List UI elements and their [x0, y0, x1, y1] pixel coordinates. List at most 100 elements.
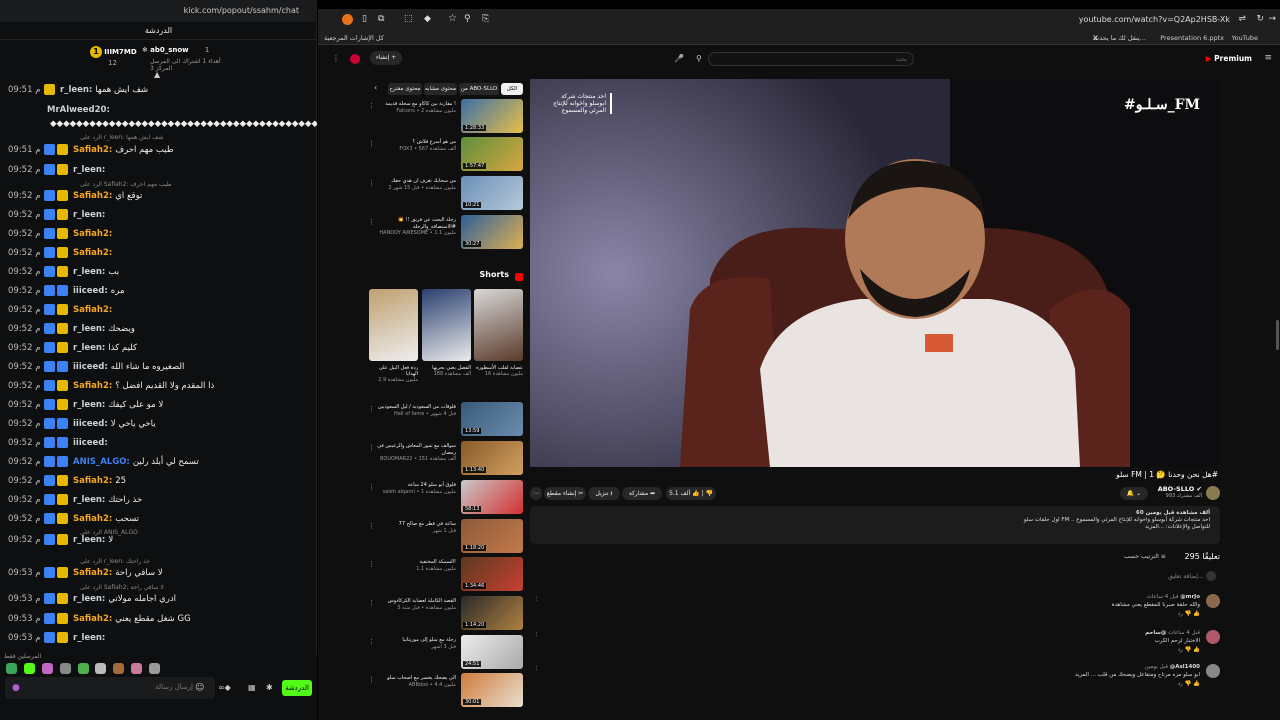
coin-badge-icon[interactable]	[57, 266, 68, 277]
bookmark-x[interactable]: X	[1093, 34, 1098, 42]
mic-icon[interactable]: ●	[12, 683, 20, 693]
search-icon[interactable]: ⚲	[696, 54, 702, 63]
more-icon[interactable]: ⋮	[332, 54, 340, 63]
message-username[interactable]: MrAlweed20:	[47, 105, 110, 115]
reload-icon[interactable]: ↻	[1256, 14, 1264, 24]
gear-icon[interactable]: ✱	[266, 683, 273, 692]
chip-suggested[interactable]: محتوى مقترح	[388, 83, 422, 95]
coin-badge-icon[interactable]	[57, 513, 68, 524]
reply-context[interactable]: الرد على Safiah2: لا سافي راحة	[80, 584, 280, 591]
more-icon[interactable]: ⋮	[534, 666, 540, 672]
video-thumbnail[interactable]: 1:28:33	[461, 99, 523, 133]
message-username[interactable]: r_leen:	[73, 633, 105, 643]
subscriber-badge-icon[interactable]	[44, 323, 55, 334]
subscriber-badge-icon[interactable]	[57, 456, 68, 467]
avatar[interactable]	[1206, 664, 1220, 678]
related-video-item[interactable]: 1:13:40 سوالف مع تمور المعاش والرعيس في ر…	[368, 441, 523, 477]
puzzle-icon[interactable]: ⬚	[404, 14, 413, 24]
chat-send-button[interactable]: الدردشة	[282, 680, 312, 696]
coin-badge-icon[interactable]	[57, 494, 68, 505]
more-icon[interactable]: ⋮	[368, 444, 375, 452]
message-username[interactable]: Safiah2:	[73, 145, 112, 155]
sidebar-icon[interactable]: ▯	[362, 14, 367, 24]
message-username[interactable]: r_leen:	[73, 594, 105, 604]
message-username[interactable]: Safiah2:	[73, 191, 112, 201]
back-icon[interactable]: →	[1268, 14, 1276, 24]
bookmark-news[interactable]: ينقل لك ما يحدث...	[1093, 34, 1146, 42]
tab-strip[interactable]	[318, 0, 1280, 9]
subscriber-badge-icon[interactable]	[44, 593, 55, 604]
emote-icon[interactable]	[41, 663, 53, 674]
message-username[interactable]: Safiah2:	[73, 476, 112, 486]
subscriber-badge-icon[interactable]	[44, 613, 55, 624]
share-button[interactable]: مشاركة ➦	[622, 487, 662, 500]
emote-icon[interactable]	[131, 663, 143, 674]
subscriber-badge-icon[interactable]	[44, 209, 55, 220]
menu-icon[interactable]: ≡	[1264, 53, 1272, 63]
channel-avatar[interactable]	[1206, 486, 1220, 500]
subscriber-badge-icon[interactable]	[44, 228, 55, 239]
short-thumbnail[interactable]	[369, 289, 418, 361]
subscriber-badge-icon[interactable]	[44, 342, 55, 353]
bookmark-youtube[interactable]: YouTube	[1232, 34, 1258, 42]
subscriber-badge-icon[interactable]	[44, 380, 55, 391]
chip-all[interactable]: الكل	[501, 83, 523, 95]
clip-button[interactable]: إنشاء مقطع ✂	[544, 487, 586, 500]
coin-badge-icon[interactable]	[57, 304, 68, 315]
short-thumbnail[interactable]	[422, 289, 471, 361]
subscriber-badge-icon[interactable]	[44, 164, 55, 175]
sort-comments-button[interactable]: الترتيب حسب ≡	[1124, 553, 1166, 560]
message-username[interactable]: r_leen:	[73, 267, 105, 277]
subscriber-badge-icon[interactable]	[44, 285, 55, 296]
chevron-left-icon[interactable]: ‹	[374, 83, 377, 92]
coin-badge-icon[interactable]	[57, 342, 68, 353]
message-username[interactable]: r_leen:	[73, 165, 105, 175]
reply-context[interactable]: الرد على ANIS_ALGO	[80, 529, 280, 536]
related-video-item[interactable]: 1:28:33 مقارنة بين كاكاو مع سحلة قديمة ! F…	[368, 99, 523, 135]
related-video-item[interactable]: 24:51 رحلة مع سلو إلى موريتانيا قبل 3 أشهر…	[368, 635, 523, 671]
subscriber-badge-icon[interactable]	[44, 399, 55, 410]
coin-badge-icon[interactable]	[57, 247, 68, 258]
create-button[interactable]: إنشاء +	[370, 51, 403, 65]
message-username[interactable]: r_leen:	[73, 324, 105, 334]
chat-input[interactable]: إرسال رسالة	[5, 677, 215, 699]
short-thumbnail[interactable]	[474, 289, 523, 361]
message-username[interactable]: ANIS_ALGO:	[73, 457, 130, 467]
all-bookmarks[interactable]: كل الإشارات المرجعية	[324, 34, 384, 42]
subscriber-badge-icon[interactable]	[44, 513, 55, 524]
bookmark-presentation[interactable]: Presentation 6.pptx	[1160, 34, 1224, 42]
more-icon[interactable]: ⋮	[368, 218, 375, 226]
more-icon[interactable]: ⋮	[368, 638, 375, 646]
more-icon[interactable]: ⋮	[368, 140, 375, 148]
avatar[interactable]	[350, 54, 360, 64]
coin-badge-icon[interactable]	[57, 380, 68, 391]
coin-badge-icon[interactable]	[57, 534, 68, 545]
more-icon[interactable]: ⋮	[368, 676, 375, 684]
comment-actions[interactable]: رد 👎 👍	[1178, 681, 1200, 687]
chat-url-bar[interactable]: kick.com/popout/ssahm/chat	[0, 0, 317, 22]
more-icon[interactable]: ⋮	[368, 102, 375, 110]
comment-user[interactable]: @ساحم	[1145, 630, 1166, 636]
diamond-icon[interactable]: ◆	[424, 14, 431, 24]
subscriber-badge-icon[interactable]	[44, 247, 55, 258]
subscriber-badge-icon[interactable]	[57, 285, 68, 296]
subscriber-badge-icon[interactable]	[44, 418, 55, 429]
video-thumbnail[interactable]: 1:18:20	[461, 519, 523, 553]
message-username[interactable]: Safiah2:	[73, 514, 112, 524]
subscriber-badge-icon[interactable]	[44, 475, 55, 486]
more-icon[interactable]: ⋮	[368, 483, 375, 491]
avatar[interactable]	[1206, 594, 1220, 608]
emote-icon[interactable]	[95, 663, 107, 674]
message-username[interactable]: r_leen:	[73, 535, 105, 545]
more-icon[interactable]: ⋮	[368, 599, 375, 607]
address-bar[interactable]: youtube.com/watch?v=Q2Ap2HSB-Xk	[1079, 15, 1230, 24]
video-thumbnail[interactable]: 30:01	[461, 673, 523, 707]
subscriber-badge-icon[interactable]	[44, 567, 55, 578]
emote-icon[interactable]	[77, 663, 89, 674]
tune-icon[interactable]: ⇌	[1238, 14, 1246, 24]
add-comment-input[interactable]: إضافة تعليق...	[1168, 573, 1204, 580]
coin-badge-icon[interactable]	[57, 144, 68, 155]
emote-icon[interactable]	[149, 663, 160, 674]
coin-badge-icon[interactable]	[57, 632, 68, 643]
coin-badge-icon[interactable]	[57, 323, 68, 334]
